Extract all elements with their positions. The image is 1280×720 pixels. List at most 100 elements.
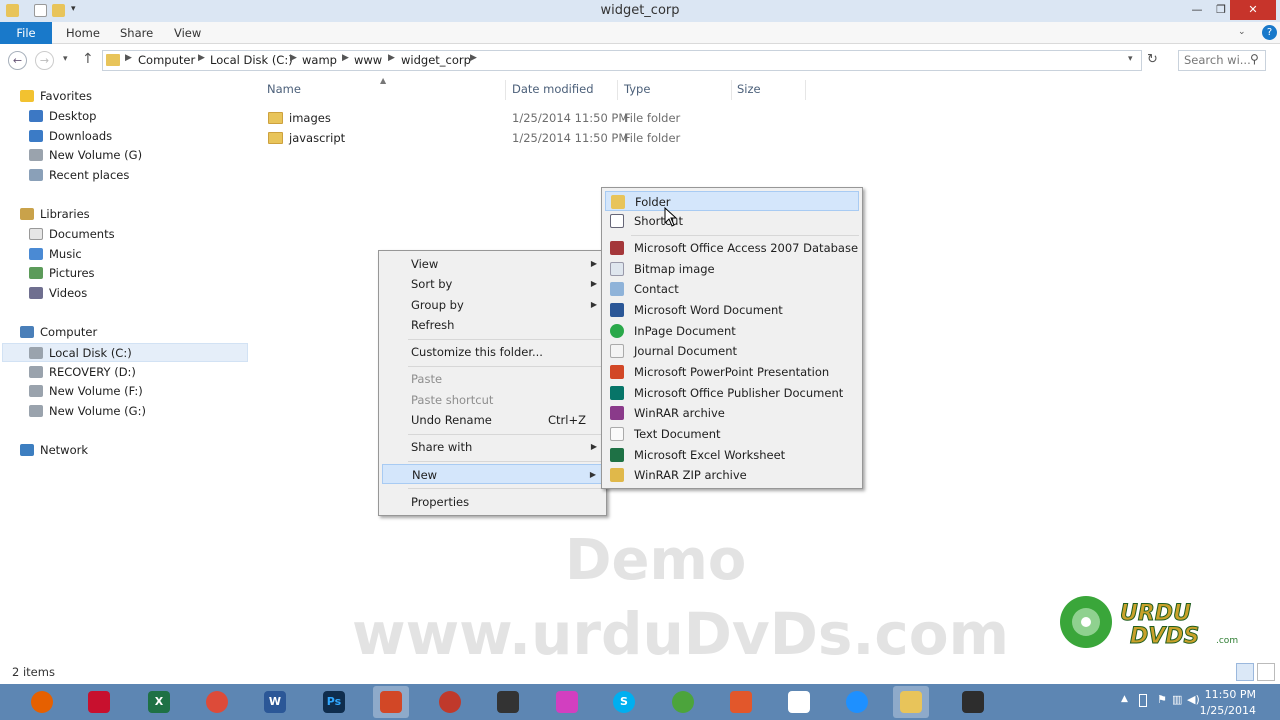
nav-music[interactable]: Music: [29, 245, 82, 264]
breadcrumb-computer[interactable]: Computer: [138, 53, 195, 67]
taskbar-tally[interactable]: [781, 686, 817, 718]
menu-item-new-inpage[interactable]: InPage Document: [605, 321, 859, 341]
menu-item-new-winrar-zip[interactable]: WinRAR ZIP archive: [605, 465, 859, 485]
breadcrumb-separator[interactable]: ▶: [198, 53, 205, 63]
menu-item-new-powerpoint[interactable]: Microsoft PowerPoint Presentation: [605, 362, 859, 382]
breadcrumb-wamp[interactable]: wamp: [302, 53, 337, 67]
address-dropdown-icon[interactable]: ▾: [1128, 54, 1133, 64]
nav-documents[interactable]: Documents: [29, 225, 115, 244]
menu-item-new-contact[interactable]: Contact: [605, 279, 859, 299]
breadcrumb-separator[interactable]: ▶: [290, 53, 297, 63]
taskbar-skype[interactable]: S: [606, 686, 642, 718]
taskbar-utorrent[interactable]: [665, 686, 701, 718]
taskbar-firefox[interactable]: [24, 686, 60, 718]
forward-button[interactable]: →: [35, 51, 54, 70]
breadcrumb-separator[interactable]: ▶: [470, 53, 477, 63]
menu-item-sort-by[interactable]: Sort by ▶: [382, 274, 603, 294]
menu-item-new-shortcut[interactable]: Shortcut: [605, 211, 859, 231]
nav-downloads[interactable]: Downloads: [29, 127, 112, 146]
clock-date[interactable]: 1/25/2014: [1196, 704, 1256, 717]
show-hidden-icons[interactable]: ▲: [1121, 694, 1128, 704]
menu-item-paste[interactable]: Paste: [382, 369, 603, 389]
nav-libraries[interactable]: Libraries: [20, 205, 90, 224]
taskbar-chrome[interactable]: [199, 686, 235, 718]
taskbar-app2[interactable]: [723, 686, 759, 718]
battery-icon[interactable]: [1139, 694, 1147, 707]
nav-computer[interactable]: Computer: [20, 323, 97, 342]
menu-item-new-text[interactable]: Text Document: [605, 424, 859, 444]
menu-item-undo-rename[interactable]: Undo Rename Ctrl+Z: [382, 410, 603, 430]
tab-share[interactable]: Share: [120, 22, 153, 44]
nav-network[interactable]: Network: [20, 441, 88, 460]
column-divider[interactable]: [805, 80, 806, 100]
taskbar-word[interactable]: W: [257, 686, 293, 718]
close-button[interactable]: ✕: [1230, 0, 1276, 20]
breadcrumb-www[interactable]: www: [354, 53, 382, 67]
network-status-icon[interactable]: ▥: [1172, 693, 1182, 706]
help-icon[interactable]: ?: [1262, 25, 1277, 40]
back-button[interactable]: ←: [8, 51, 27, 70]
nav-favorites[interactable]: Favorites: [20, 87, 92, 106]
column-divider[interactable]: [617, 80, 618, 100]
nav-new-volume-f[interactable]: New Volume (F:): [29, 382, 143, 401]
menu-item-customize[interactable]: Customize this folder...: [382, 342, 603, 362]
refresh-icon[interactable]: ↻: [1147, 52, 1158, 67]
menu-item-new-excel[interactable]: Microsoft Excel Worksheet: [605, 445, 859, 465]
menu-item-new-journal[interactable]: Journal Document: [605, 341, 859, 361]
menu-item-new-publisher[interactable]: Microsoft Office Publisher Document: [605, 383, 859, 403]
taskbar-file-explorer[interactable]: [893, 686, 929, 718]
taskbar-powerpoint[interactable]: [373, 686, 409, 718]
menu-item-new-bitmap[interactable]: Bitmap image: [605, 259, 859, 279]
tab-file[interactable]: File: [0, 22, 52, 44]
menu-item-properties[interactable]: Properties: [382, 492, 603, 512]
menu-item-paste-shortcut[interactable]: Paste shortcut: [382, 390, 603, 410]
nav-videos[interactable]: Videos: [29, 284, 87, 303]
breadcrumb-separator[interactable]: ▶: [388, 53, 395, 63]
menu-item-refresh[interactable]: Refresh: [382, 315, 603, 335]
nav-new-volume-g2[interactable]: New Volume (G:): [29, 402, 146, 421]
file-row[interactable]: images 1/25/2014 11:50 PM File folder: [268, 108, 768, 128]
column-header-type[interactable]: Type: [624, 82, 650, 96]
taskbar-recorder[interactable]: [955, 686, 991, 718]
column-header-size[interactable]: Size: [737, 82, 761, 96]
menu-item-view[interactable]: View ▶: [382, 254, 603, 274]
menu-item-new-word[interactable]: Microsoft Word Document: [605, 300, 859, 320]
menu-item-new-access-db[interactable]: Microsoft Office Access 2007 Database: [605, 238, 859, 258]
tab-view[interactable]: View: [174, 22, 201, 44]
menu-item-new-folder[interactable]: Folder: [605, 191, 859, 211]
recent-locations-icon[interactable]: ▾: [63, 54, 68, 64]
up-button[interactable]: ↑: [82, 51, 94, 67]
taskbar-excel[interactable]: X: [141, 686, 177, 718]
clock-time[interactable]: 11:50 PM: [1196, 688, 1256, 701]
details-view-button[interactable]: [1236, 663, 1254, 681]
column-header-name[interactable]: Name: [267, 82, 301, 96]
nav-recent-places[interactable]: Recent places: [29, 166, 129, 185]
taskbar-camtasia[interactable]: [490, 686, 526, 718]
menu-item-new-winrar[interactable]: WinRAR archive: [605, 403, 859, 423]
taskbar-app[interactable]: [432, 686, 468, 718]
column-header-date[interactable]: Date modified: [512, 82, 594, 96]
breadcrumb-widget-corp[interactable]: widget_corp: [401, 53, 471, 67]
large-icons-view-button[interactable]: [1257, 663, 1275, 681]
breadcrumb-separator[interactable]: ▶: [342, 53, 349, 63]
nav-new-volume-g[interactable]: New Volume (G): [29, 146, 142, 165]
column-divider[interactable]: [731, 80, 732, 100]
expand-ribbon-icon[interactable]: ⌄: [1238, 27, 1246, 37]
taskbar-media[interactable]: [549, 686, 585, 718]
nav-pictures[interactable]: Pictures: [29, 264, 95, 283]
tab-home[interactable]: Home: [66, 22, 100, 44]
nav-desktop[interactable]: Desktop: [29, 107, 96, 126]
action-center-icon[interactable]: ⚑: [1157, 693, 1167, 706]
taskbar-acrobat[interactable]: [81, 686, 117, 718]
nav-recovery[interactable]: RECOVERY (D:): [29, 363, 136, 382]
breadcrumb-separator[interactable]: ▶: [125, 53, 132, 63]
file-row[interactable]: javascript 1/25/2014 11:50 PM File folde…: [268, 128, 768, 148]
menu-item-new[interactable]: New ▶: [382, 464, 603, 484]
nav-local-disk[interactable]: Local Disk (C:): [2, 343, 248, 362]
column-divider[interactable]: [505, 80, 506, 100]
breadcrumb-local-disk[interactable]: Local Disk (C:): [210, 53, 293, 67]
menu-item-share-with[interactable]: Share with ▶: [382, 437, 603, 457]
taskbar-photoshop[interactable]: Ps: [316, 686, 352, 718]
menu-item-group-by[interactable]: Group by ▶: [382, 295, 603, 315]
taskbar-internet-explorer[interactable]: [839, 686, 875, 718]
